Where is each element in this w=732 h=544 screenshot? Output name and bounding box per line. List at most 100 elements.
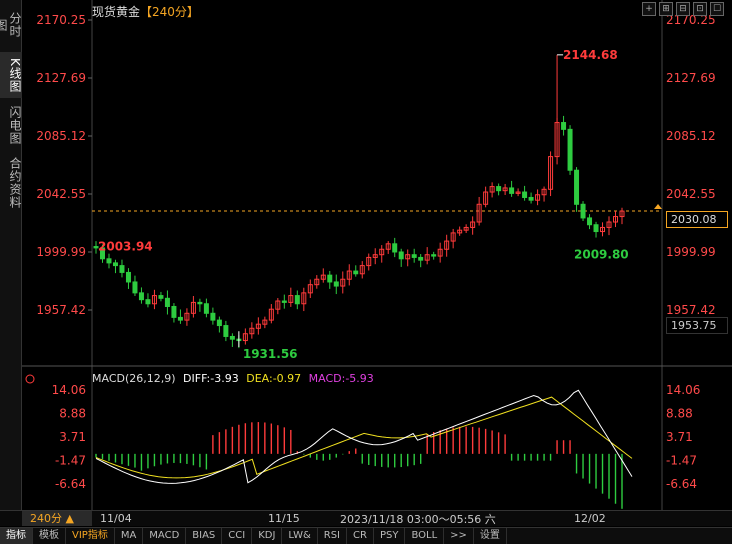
macd-legend: MACD(26,12,9) DIFF:-3.93 DEA:-0.97 MACD:…: [92, 372, 378, 385]
layout-icon[interactable]: ⊡: [693, 2, 707, 16]
candle-body: [567, 128, 573, 171]
candle-body: [106, 258, 112, 264]
chart-canvas[interactable]: 2170.25 2170.252127.69 2127.692085.12 2085.…: [22, 0, 732, 510]
time-axis-bar: 240分 ▲ 11/04 11/15 2023/11/18 03:00～05:5…: [0, 510, 732, 526]
recent-low-annotation: 2009.80: [574, 248, 629, 262]
candle-body: [587, 217, 593, 226]
indicator-tab-bar: 指标 模板 VIP指标 MA MACD BIAS CCI KDJ LW& RSI…: [0, 527, 732, 544]
candle-body: [197, 301, 203, 305]
candle-body: [528, 196, 534, 201]
candle-body: [398, 251, 404, 260]
price-tick-left: 2085.12: [36, 129, 86, 143]
period-label: 【240分】: [140, 5, 199, 19]
candle-body: [418, 256, 424, 261]
candle-body: [210, 312, 216, 321]
zoom-in-icon[interactable]: ⊞: [659, 2, 673, 16]
macd-macd-value: MACD:-5.93: [308, 372, 374, 385]
tab-bias[interactable]: BIAS: [186, 528, 223, 544]
period-selector[interactable]: 240分 ▲: [22, 511, 92, 526]
tab-kdj[interactable]: KDJ: [252, 528, 283, 544]
candle-body: [138, 292, 144, 301]
tab-ma[interactable]: MA: [115, 528, 144, 544]
tab-psy[interactable]: PSY: [374, 528, 406, 544]
macd-tick-left: 8.88: [59, 407, 86, 421]
date-label-3: 12/02: [574, 512, 606, 525]
tab-rsi[interactable]: RSI: [318, 528, 348, 544]
tab-settings[interactable]: 设置: [474, 528, 507, 544]
tab-macd[interactable]: MACD: [143, 528, 187, 544]
macd-dea-value: DEA:-0.97: [246, 372, 302, 385]
candle-body: [177, 316, 183, 321]
tab-more[interactable]: >>: [444, 528, 474, 544]
zoom-out-icon[interactable]: ⊟: [676, 2, 690, 16]
tab-lw[interactable]: LW&: [282, 528, 318, 544]
chart-title: 现货黄金【240分】: [92, 3, 199, 20]
price-tick-right: 1957.42: [666, 303, 716, 317]
maximize-icon[interactable]: ☐: [710, 2, 724, 16]
candle-body: [125, 271, 131, 283]
candle-body: [431, 254, 437, 257]
macd-tick-right: 8.88: [666, 407, 693, 421]
tab-cr[interactable]: CR: [347, 528, 374, 544]
price-tick-left: 1999.99: [36, 245, 86, 259]
price-tick-right: 2127.69: [666, 71, 716, 85]
price-tick-right: 1999.99: [666, 245, 716, 259]
macd-tick-right: 3.71: [666, 430, 693, 444]
macd-tick-left: 3.71: [59, 430, 86, 444]
candle-body: [132, 281, 138, 294]
macd-tick-right: -1.47: [666, 454, 697, 468]
candle-body: [229, 335, 235, 340]
tab-boll[interactable]: BOLL: [405, 528, 445, 544]
chart-app: 分时图 K线图 闪电图 合约资料 2170.25 2170.25 2127.69 21…: [0, 0, 732, 544]
macd-name: MACD(26,12,9): [92, 372, 176, 385]
candle-body: [496, 186, 502, 192]
price-tick-right: 2085.12: [666, 129, 716, 143]
date-label-1: 11/04: [100, 512, 132, 525]
candle-body: [333, 281, 339, 287]
macd-diff-value: DIFF:-3.93: [183, 372, 239, 385]
diff-line: [95, 389, 633, 484]
candle-body: [294, 295, 300, 305]
macd-settings-icon: [25, 374, 35, 384]
dea-line: [95, 396, 633, 479]
low-price-box: 1953.75: [666, 317, 728, 334]
candle-body: [171, 305, 177, 318]
crosshair-icon[interactable]: +: [642, 2, 656, 16]
tab-indicators[interactable]: 指标: [0, 528, 33, 544]
cursor-time-label: 2023/11/18 03:00～05:56 六: [340, 513, 496, 526]
window-controls: + ⊞ ⊟ ⊡ ☐: [642, 2, 724, 16]
tab-time-chart[interactable]: 分时图: [0, 6, 22, 44]
left-toolbar: 分时图 K线图 闪电图 合约资料: [0, 0, 22, 510]
price-tick-left: 2127.69: [36, 71, 86, 85]
macd-tick-left: -6.64: [55, 477, 86, 491]
candle-body: [411, 254, 417, 258]
price-tick-right: 2042.55: [666, 187, 716, 201]
date-label-2: 11/15: [268, 512, 300, 525]
high-annotation: 2144.68: [563, 48, 618, 62]
candle-body: [281, 300, 287, 303]
candle-body: [580, 203, 586, 219]
last-price-box: 2030.08: [666, 211, 728, 228]
last-price-marker: [654, 203, 662, 209]
tab-tick-chart[interactable]: 闪电图: [0, 102, 22, 148]
price-tick-left: 2170.25: [36, 13, 86, 27]
tab-contract-info[interactable]: 合约资料: [0, 154, 22, 212]
candle-body: [164, 297, 170, 307]
macd-tick-right: -6.64: [666, 477, 697, 491]
chart-area[interactable]: 2170.25 2170.25 2127.69 2127.69 2085.12 2085.…: [22, 0, 732, 510]
low-annotation: 1931.56: [243, 347, 298, 361]
candle-body: [327, 274, 333, 283]
candle-body: [158, 295, 164, 299]
candle-body: [561, 122, 567, 130]
candle-body: [574, 169, 580, 205]
candle-body: [119, 265, 125, 273]
candle-body: [216, 319, 222, 327]
tab-vip-indicators[interactable]: VIP指标: [66, 528, 115, 544]
tab-cci[interactable]: CCI: [222, 528, 253, 544]
price-tick-left: 2042.55: [36, 187, 86, 201]
candle-body: [593, 224, 599, 233]
candle-body: [145, 299, 151, 305]
candle-body: [392, 243, 398, 253]
tab-kline-chart[interactable]: K线图: [0, 52, 22, 98]
tab-templates[interactable]: 模板: [33, 528, 66, 544]
